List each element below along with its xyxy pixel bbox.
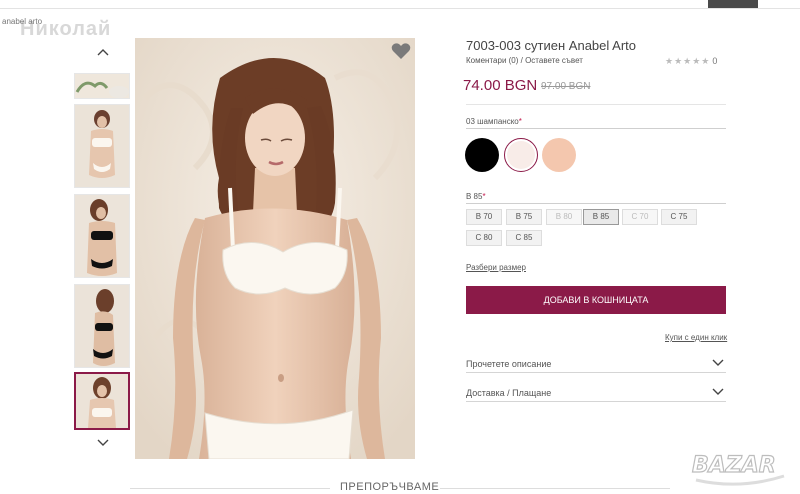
size-option-selected[interactable]: B 85 [583, 209, 619, 225]
thumbnail-5-selected[interactable] [74, 372, 130, 430]
size-underline [466, 203, 726, 204]
required-mark: * [518, 117, 522, 126]
thumbs-down-arrow-icon[interactable] [96, 437, 110, 447]
thumbs-up-arrow-icon[interactable] [96, 48, 110, 58]
recommend-line-left [130, 488, 330, 489]
divider [466, 104, 726, 105]
required-mark: * [482, 192, 486, 201]
accordion-delivery-label: Доставка / Плащане [466, 388, 552, 398]
color-underline [466, 128, 726, 129]
recommend-heading: ПРЕПОРЪЧВАМЕ [340, 481, 440, 493]
breadcrumb[interactable]: anabel arto [2, 17, 42, 26]
one-click-buy-link[interactable]: Купи с един клик [665, 333, 727, 342]
rating-stars[interactable]: ★★★★★ 0 [665, 56, 717, 67]
size-option[interactable]: C 85 [506, 230, 542, 246]
size-guide-link[interactable]: Разбери размер [466, 263, 526, 272]
swatch-champagne-selected[interactable] [504, 138, 538, 172]
accordion-delivery[interactable]: Доставка / Плащане [466, 386, 726, 402]
rating-count: 0 [712, 56, 718, 66]
swatch-black[interactable] [465, 138, 499, 172]
svg-text:BAZAR: BAZAR [692, 453, 776, 478]
thumbnail-1[interactable] [74, 73, 130, 99]
nav-item-active[interactable] [708, 0, 758, 8]
stars-icon: ★★★★★ [665, 56, 711, 66]
accordion-description-label: Прочетете описание [466, 359, 552, 369]
size-label-text: B 85 [466, 192, 483, 201]
size-option[interactable]: B 75 [506, 209, 542, 225]
thumbnail-2[interactable] [74, 104, 130, 188]
size-option-disabled: C 70 [622, 209, 658, 225]
old-price: 97.00 BGN [541, 81, 591, 92]
product-title: 7003-003 сутиен Anabel Arto [466, 38, 637, 53]
recommend-line-right [440, 488, 670, 489]
size-label: B 85* [466, 192, 486, 201]
add-to-cart-button[interactable]: ДОБАВИ В КОШНИЦАТА [466, 286, 726, 314]
color-label: 03 шампанско* [466, 117, 522, 126]
chevron-down-icon [712, 359, 724, 366]
size-option[interactable]: C 75 [661, 209, 697, 225]
size-option[interactable]: C 80 [466, 230, 502, 246]
bazar-logo: BAZAR [688, 446, 792, 486]
size-option-disabled: B 80 [546, 209, 582, 225]
current-price: 74.00 BGN [463, 77, 538, 94]
thumbnail-3[interactable] [74, 194, 130, 278]
wishlist-heart-icon[interactable] [391, 42, 411, 60]
thumbnail-4[interactable] [74, 284, 130, 368]
size-option[interactable]: B 70 [466, 209, 502, 225]
swatch-nude[interactable] [542, 138, 576, 172]
color-label-text: 03 шампанско [466, 117, 519, 126]
accordion-description[interactable]: Прочетете описание [466, 357, 726, 373]
top-navigation [0, 0, 800, 9]
main-product-image[interactable] [135, 38, 415, 459]
chevron-down-icon [712, 388, 724, 395]
reviews-link[interactable]: Коментари (0) / Оставете съвет [466, 56, 583, 65]
